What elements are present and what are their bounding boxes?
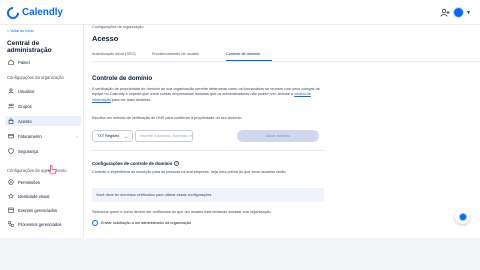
billing-icon [8, 133, 14, 139]
notify-admin-option[interactable]: Enviar solicitação a um administrador da… [92, 220, 191, 226]
sidebar-item-label: Grupos [18, 103, 32, 109]
record-type-value: TXT Registro [97, 134, 120, 138]
sidebar-item-label: Painel [18, 59, 30, 65]
shield-icon [8, 148, 14, 154]
events-icon [8, 207, 14, 213]
sidebar-item-label: Segurança [18, 148, 39, 154]
lock-icon [8, 118, 14, 124]
description-text: A verificação de propriedade do domínio … [92, 87, 320, 97]
chat-icon [458, 212, 467, 221]
sidebar-item-security[interactable]: Segurança [5, 146, 81, 156]
settings-description: Controle a experiência de inscrição para… [92, 170, 287, 174]
help-chat-button[interactable] [455, 209, 470, 224]
sidebar-item-label: Eventos gerenciados [18, 207, 58, 213]
sidebar-item-label: Permissões [18, 179, 40, 185]
tab-domain-control[interactable]: Controle de domínio [226, 52, 260, 56]
description-text-end: para ver mais detalhes. [110, 97, 152, 102]
app-window: Calendly ▼ < Voltar ao início Central de… [0, 0, 480, 238]
sidebar-item-users[interactable]: Usuários [5, 86, 81, 96]
domain-input[interactable] [135, 130, 193, 142]
sidebar-item-label: Usuários [18, 88, 35, 94]
avatar[interactable] [453, 7, 464, 18]
sidebar-title: Central de administração [7, 40, 52, 54]
domain-control-heading: Controle de domínio [92, 75, 153, 82]
info-icon[interactable]: i [174, 161, 180, 166]
radio-button[interactable] [92, 220, 98, 226]
info-banner: Você deve ter domínios verificados para … [92, 188, 324, 202]
branding-icon [8, 193, 14, 199]
sidebar-item-label: Acesso [18, 118, 32, 124]
back-to-home-link[interactable]: < Voltar ao início [7, 29, 34, 33]
org-settings-heading: Configurações da organização [7, 75, 64, 80]
app-name: Calendly [22, 7, 63, 18]
users-icon [8, 88, 14, 94]
tab-sso[interactable]: Autenticação única (SSO) [92, 52, 136, 56]
calendly-logo-icon [4, 4, 22, 21]
sidebar: < Voltar ao início Central de administra… [0, 25, 84, 238]
domain-control-description: A verificação de propriedade do domínio … [92, 87, 324, 103]
scheduling-settings-heading: Configurações de agendamento [7, 168, 67, 173]
sidebar-item-managed-workflows[interactable]: Processos gerenciados [5, 219, 81, 229]
chevron-right-icon: › [76, 133, 78, 139]
main-content: Configurações da organização Acesso Aute… [84, 25, 480, 238]
active-tab-indicator [226, 60, 272, 62]
permissions-icon [8, 179, 14, 185]
pointer-cursor-icon [48, 165, 57, 175]
sidebar-item-groups[interactable]: Grupos [5, 101, 81, 111]
choose-dns-method-label: Escolha um método de verificação de DNS … [92, 116, 242, 120]
page-title: Acesso [92, 34, 119, 43]
chevron-down-icon[interactable]: ▼ [466, 10, 471, 16]
groups-icon [8, 103, 14, 109]
radio-label: Enviar solicitação a um administrador da… [101, 221, 192, 225]
domain-control-card: Controle de domínio A verificação de pro… [89, 67, 327, 238]
workflows-icon [8, 221, 14, 227]
sidebar-item-panel[interactable]: Painel [5, 57, 81, 67]
tab-bar: Autenticação única (SSO) Provisionamento… [92, 49, 480, 62]
sidebar-item-billing[interactable]: Faturamento › [5, 131, 81, 141]
sidebar-item-managed-events[interactable]: Eventos gerenciados [5, 205, 81, 215]
record-type-select[interactable]: TXT Registro ⌄ [92, 130, 133, 142]
chevron-down-icon: ⌄ [124, 133, 128, 139]
activate-domain-button[interactable]: Ativar domínio [237, 130, 319, 142]
tab-user-provisioning[interactable]: Provisionamento de usuário [152, 52, 199, 56]
sidebar-item-branding[interactable]: Identidade visual [5, 191, 81, 201]
sidebar-item-access[interactable]: Acesso [5, 116, 81, 126]
sidebar-item-label: Identidade visual [18, 193, 50, 199]
calendly-logo[interactable]: Calendly [4, 4, 63, 21]
top-bar: Calendly ▼ [0, 0, 480, 25]
sidebar-item-permissions[interactable]: Permissões [5, 177, 81, 187]
add-user-icon[interactable] [440, 8, 450, 18]
home-icon [8, 59, 14, 65]
domain-control-settings-heading: Configurações de controle de domínio i [92, 161, 180, 166]
breadcrumb[interactable]: Configurações da organização [92, 25, 144, 29]
notify-label: Selecione quem e como devem ser notifica… [92, 210, 272, 214]
settings-heading-text: Configurações de controle de domínio [92, 161, 173, 166]
sidebar-item-label: Faturamento [18, 133, 42, 139]
divider [92, 150, 324, 151]
sidebar-item-label: Processos gerenciados [18, 221, 62, 227]
